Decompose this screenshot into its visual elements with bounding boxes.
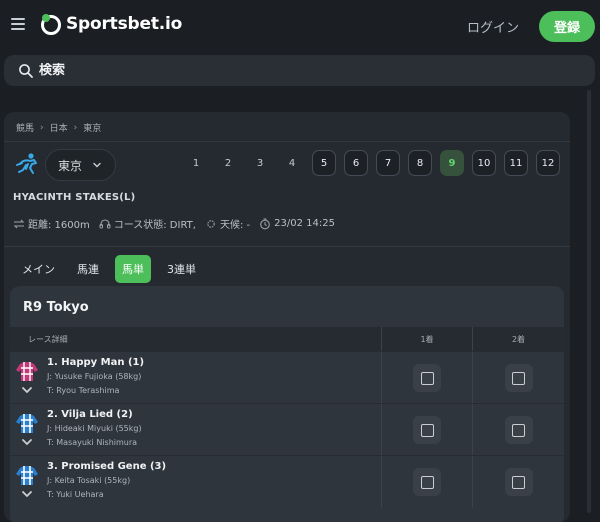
bet-type-tabs: メイン 馬連 馬単 3連単 xyxy=(16,255,202,283)
runner-detail-cell: 3. Promised Gene (3) J: Keita Tosaki (55k… xyxy=(10,456,382,508)
race-number-5[interactable]: 5 xyxy=(312,150,336,176)
second-place-cell xyxy=(473,352,564,404)
jockey-info: J: Yusuke Fujioka (58kg) xyxy=(47,372,142,381)
horse-name: 3. Promised Gene (3) xyxy=(47,461,167,472)
race-card-title: R9 Tokyo xyxy=(23,300,89,315)
race-number-6[interactable]: 6 xyxy=(344,150,368,176)
table-header: レース詳細 1着 2着 xyxy=(10,327,564,351)
second-place-checkbox[interactable] xyxy=(504,468,533,496)
runner-detail-cell: 2. Vilja Lied (2) J: Hideaki Miyuki (55kg… xyxy=(10,404,382,456)
login-link[interactable]: ログイン xyxy=(467,17,519,36)
race-number-9[interactable]: 9 xyxy=(440,150,464,176)
race-card: R9 Tokyo レース詳細 1着 2着 1. Happy Man (1) J: … xyxy=(10,286,564,522)
race-number-1[interactable]: 1 xyxy=(184,150,208,176)
runner-row: 3. Promised Gene (3) J: Keita Tosaki (55k… xyxy=(10,455,564,508)
race-number-3[interactable]: 3 xyxy=(248,150,272,176)
race-meta: 距離: 1600m コース状態: DIRT, 天候: - 23/02 14:25 xyxy=(13,216,344,231)
first-place-checkbox[interactable] xyxy=(413,468,441,496)
jockey-info: J: Keita Tosaki (55kg) xyxy=(47,476,131,485)
hamburger-menu-icon[interactable] xyxy=(11,18,25,32)
course-info: コース状態: DIRT, xyxy=(99,216,196,231)
second-place-checkbox[interactable] xyxy=(504,416,533,444)
runner-row: 1. Happy Man (1) J: Yusuke Fujioka (58kg)… xyxy=(10,351,564,404)
chevron-down-icon xyxy=(93,162,101,168)
distance-text: 距離: 1600m xyxy=(28,220,90,231)
tab-bet-type-3[interactable]: 馬単 xyxy=(115,255,151,283)
trainer-info: T: Ryou Terashima xyxy=(47,386,120,395)
race-number-4[interactable]: 4 xyxy=(280,150,304,176)
jockey-silk-icon xyxy=(16,362,38,381)
horse-name: 1. Happy Man (1) xyxy=(47,357,145,368)
horse-racing-icon xyxy=(16,153,37,174)
tab-bet-type-1[interactable]: メイン xyxy=(16,256,61,282)
location-selected: 東京 xyxy=(58,158,83,173)
race-title: HYACINTH STAKES(L) xyxy=(13,192,136,203)
logo-mark-icon xyxy=(41,14,61,35)
second-place-cell xyxy=(473,404,564,456)
column-header-second: 2着 xyxy=(511,334,526,344)
tab-bet-type-2[interactable]: 馬連 xyxy=(71,256,105,282)
column-header-detail: レース詳細 xyxy=(10,327,382,351)
jockey-info: J: Hideaki Miyuki (55kg) xyxy=(47,424,142,433)
breadcrumb-item-venue[interactable]: 東京 xyxy=(83,121,101,134)
datetime-text: 23/02 14:25 xyxy=(274,218,335,229)
first-place-checkbox[interactable] xyxy=(413,364,441,392)
jockey-silk-icon xyxy=(16,414,38,433)
search-icon xyxy=(19,63,33,78)
runner-row: 2. Vilja Lied (2) J: Hideaki Miyuki (55kg… xyxy=(10,403,564,456)
race-number-2[interactable]: 2 xyxy=(216,150,240,176)
headphones-icon xyxy=(99,219,111,229)
location-select[interactable]: 東京 xyxy=(45,149,116,181)
first-place-cell xyxy=(382,404,473,456)
sportsbet-logo[interactable]: Sportsbet.io xyxy=(40,13,182,35)
race-number-8[interactable]: 8 xyxy=(408,150,432,176)
race-number-10[interactable]: 10 xyxy=(472,150,496,176)
clock-icon xyxy=(260,218,270,229)
second-place-checkbox[interactable] xyxy=(504,364,533,392)
trainer-info: T: Masayuki Nishimura xyxy=(47,438,138,447)
breadcrumb: 競馬 › 日本 › 東京 xyxy=(16,121,101,135)
breadcrumb-chevron-icon: › xyxy=(40,122,44,133)
breadcrumb-item-country[interactable]: 日本 xyxy=(50,121,68,134)
horse-name: 2. Vilja Lied (2) xyxy=(47,409,133,420)
weather-info: 天候: - xyxy=(205,216,250,231)
chevron-down-icon[interactable] xyxy=(21,489,33,499)
race-number-7[interactable]: 7 xyxy=(376,150,400,176)
search-input[interactable] xyxy=(39,63,559,78)
datetime-info: 23/02 14:25 xyxy=(259,218,335,230)
first-place-cell xyxy=(382,352,473,404)
breadcrumb-item-sport[interactable]: 競馬 xyxy=(16,121,34,134)
jockey-silk-icon xyxy=(16,466,38,485)
scrollbar-thumb[interactable] xyxy=(587,90,591,513)
chevron-down-icon[interactable] xyxy=(21,437,33,447)
search-bar[interactable] xyxy=(4,55,595,86)
race-panel: 競馬 › 日本 › 東京 東京 1 2 3 4 5 6 7 8 9 10 11 12 HYACINTH… xyxy=(4,112,570,522)
page-scrollbar[interactable] xyxy=(585,90,593,513)
divider xyxy=(4,246,570,247)
tab-bet-type-4[interactable]: 3連単 xyxy=(161,256,202,282)
breadcrumb-chevron-icon: › xyxy=(73,122,78,133)
trainer-info: T: Yuki Uehara xyxy=(47,490,104,499)
course-text: コース状態: DIRT, xyxy=(113,220,196,231)
race-number-12[interactable]: 12 xyxy=(536,150,560,176)
first-place-checkbox[interactable] xyxy=(413,416,441,444)
distance-info: 距離: 1600m xyxy=(13,216,90,231)
brand-name: Sportsbet.io xyxy=(66,14,183,34)
divider xyxy=(4,141,570,142)
sun-icon xyxy=(207,219,215,228)
runner-detail-cell: 1. Happy Man (1) J: Yusuke Fujioka (58kg)… xyxy=(10,352,382,404)
column-header-first: 1着 xyxy=(382,327,473,351)
race-number-list: 1 2 3 4 5 6 7 8 9 10 11 12 xyxy=(184,150,560,176)
chevron-down-icon[interactable] xyxy=(21,385,33,395)
race-number-11[interactable]: 11 xyxy=(504,150,528,176)
top-bar: Sportsbet.io ログイン 登録 xyxy=(0,0,600,52)
second-place-cell xyxy=(473,456,564,508)
first-place-cell xyxy=(382,456,473,508)
distance-arrows-icon xyxy=(13,219,25,228)
register-button[interactable]: 登録 xyxy=(539,11,595,42)
weather-text: 天候: - xyxy=(219,220,251,231)
